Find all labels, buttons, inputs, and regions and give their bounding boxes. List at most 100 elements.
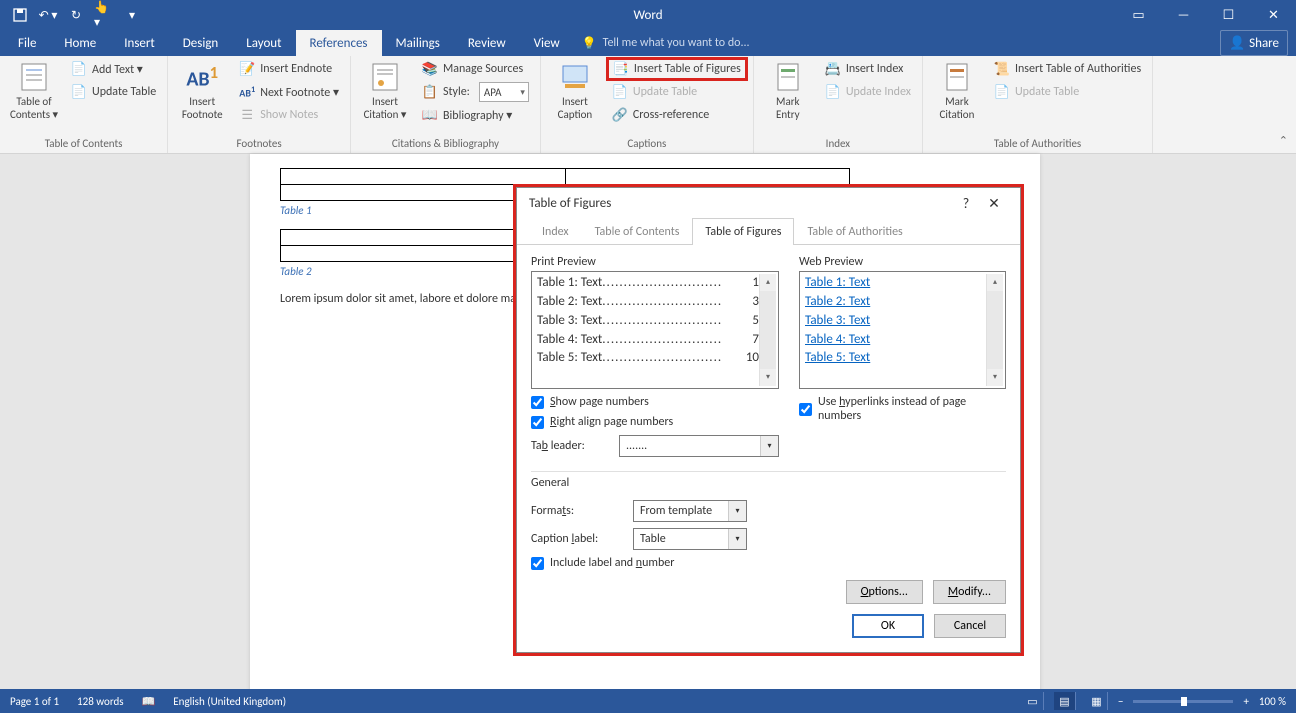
status-page[interactable]: Page 1 of 1 (10, 695, 59, 708)
options-button[interactable]: Options... (846, 580, 923, 604)
proofing-icon[interactable]: 📖 (142, 695, 156, 708)
web-layout-button[interactable]: ▦ (1086, 692, 1108, 710)
save-button[interactable] (10, 5, 30, 25)
maximize-button[interactable]: ☐ (1206, 0, 1251, 30)
group-table-of-contents: Table of Contents ▾ 📄Add Text ▾ 📄Update … (0, 56, 168, 153)
insert-footnote-button[interactable]: AB1 Insert Footnote (174, 58, 230, 121)
ribbon-tabs: File Home Insert Design Layout Reference… (0, 30, 1296, 56)
cancel-button[interactable]: Cancel (934, 614, 1006, 638)
print-preview-row: Table 4: Text...........................… (537, 331, 759, 350)
zoom-in-button[interactable]: + (1243, 695, 1248, 708)
include-label-checkbox[interactable] (531, 557, 544, 570)
status-bar: Page 1 of 1 128 words 📖 English (United … (0, 689, 1296, 713)
show-notes-icon: ☰ (239, 107, 255, 123)
ribbon-display-button[interactable]: ▭ (1116, 0, 1161, 30)
print-layout-button[interactable]: ▤ (1054, 692, 1076, 710)
update-toa-button[interactable]: 📄Update Table (989, 81, 1146, 103)
insert-index-button[interactable]: 📇Insert Index (820, 58, 916, 80)
ribbon: Table of Contents ▾ 📄Add Text ▾ 📄Update … (0, 56, 1296, 154)
cross-reference-button[interactable]: 🔗Cross-reference (607, 104, 747, 126)
touch-mode-button[interactable]: 👆▾ (94, 5, 114, 25)
zoom-level[interactable]: 100 % (1259, 695, 1286, 708)
collapse-ribbon-button[interactable]: ⌃ (1279, 134, 1288, 147)
web-preview-link[interactable]: Table 3: Text (805, 312, 986, 331)
show-notes-button[interactable]: ☰Show Notes (234, 104, 344, 126)
tab-design[interactable]: Design (169, 30, 232, 56)
style-combo[interactable]: APA (479, 82, 529, 102)
close-button[interactable]: ✕ (1251, 0, 1296, 30)
title-bar: ↶ ▾ ↻ 👆▾ ▾ Word ▭ — ☐ ✕ (0, 0, 1296, 30)
group-authorities: Mark Citation 📜Insert Table of Authoriti… (923, 56, 1153, 153)
table-of-contents-button[interactable]: Table of Contents ▾ (6, 58, 62, 121)
tab-review[interactable]: Review (454, 30, 520, 56)
tab-insert[interactable]: Insert (110, 30, 169, 56)
insert-toa-button[interactable]: 📜Insert Table of Authorities (989, 58, 1146, 80)
dialog-close-button[interactable]: ✕ (980, 189, 1008, 217)
manage-sources-icon: 📚 (422, 61, 438, 77)
tab-toc[interactable]: Table of Contents (582, 218, 693, 245)
tell-me-search[interactable]: 💡Tell me what you want to do... (582, 30, 750, 56)
add-text-button[interactable]: 📄Add Text ▾ (66, 58, 161, 80)
group-captions: Insert Caption 📑Insert Table of Figures … (541, 56, 754, 153)
right-align-label: Right align page numbers (550, 415, 673, 429)
use-hyperlinks-checkbox[interactable] (799, 403, 812, 416)
zoom-slider[interactable] (1133, 700, 1233, 703)
show-page-numbers-checkbox[interactable] (531, 396, 544, 409)
insert-endnote-button[interactable]: 📝Insert Endnote (234, 58, 344, 80)
web-preview-link[interactable]: Table 5: Text (805, 349, 986, 368)
update-toa-icon: 📄 (994, 84, 1010, 100)
status-words[interactable]: 128 words (77, 695, 124, 708)
minimize-button[interactable]: — (1161, 0, 1206, 30)
tab-toa[interactable]: Table of Authorities (794, 218, 915, 245)
right-align-checkbox[interactable] (531, 416, 544, 429)
web-preview-scrollbar[interactable]: ▴▾ (986, 274, 1003, 386)
tab-tof[interactable]: Table of Figures (692, 218, 794, 245)
read-mode-button[interactable]: ▭ (1022, 692, 1044, 710)
mark-entry-button[interactable]: Mark Entry (760, 58, 816, 121)
mark-citation-button[interactable]: Mark Citation (929, 58, 985, 121)
tab-view[interactable]: View (520, 30, 574, 56)
status-language[interactable]: English (United Kingdom) (173, 695, 286, 708)
zoom-out-button[interactable]: − (1118, 695, 1123, 708)
formats-select[interactable]: From template▾ (633, 500, 747, 522)
tab-index[interactable]: Index (529, 218, 582, 245)
customize-qat-button[interactable]: ▾ (122, 5, 142, 25)
tab-leader-select[interactable]: .......▾ (619, 435, 779, 457)
tab-file[interactable]: File (4, 30, 50, 56)
ok-button[interactable]: OK (852, 614, 924, 638)
manage-sources-button[interactable]: 📚Manage Sources (417, 58, 534, 80)
insert-caption-button[interactable]: Insert Caption (547, 58, 603, 121)
tab-mailings[interactable]: Mailings (382, 30, 454, 56)
share-icon: 👤 (1229, 36, 1245, 51)
group-footnotes: AB1 Insert Footnote 📝Insert Endnote AB1N… (168, 56, 351, 153)
undo-button[interactable]: ↶ ▾ (38, 5, 58, 25)
group-index: Mark Entry 📇Insert Index 📄Update Index I… (754, 56, 923, 153)
print-preview-box: Table 1: Text...........................… (531, 271, 779, 389)
insert-citation-button[interactable]: Insert Citation ▾ (357, 58, 413, 121)
update-table-button[interactable]: 📄Update Table (66, 81, 161, 103)
web-preview-link[interactable]: Table 1: Text (805, 274, 986, 293)
insert-toa-icon: 📜 (994, 61, 1010, 77)
show-page-numbers-label: Show page numbers (550, 395, 649, 409)
bibliography-button[interactable]: 📖Bibliography ▾ (417, 104, 534, 126)
dialog-help-button[interactable]: ? (952, 189, 980, 217)
tab-references[interactable]: References (296, 30, 382, 56)
caption-label-select[interactable]: Table▾ (633, 528, 747, 550)
next-footnote-button[interactable]: AB1Next Footnote ▾ (234, 81, 344, 103)
dialog-body: Print Preview Table 1: Text.............… (517, 245, 1020, 604)
update-tof-button[interactable]: 📄Update Table (607, 81, 747, 103)
share-button[interactable]: 👤Share (1220, 30, 1288, 56)
redo-button[interactable]: ↻ (66, 5, 86, 25)
modify-button[interactable]: Modify... (933, 580, 1006, 604)
chevron-down-icon: ▾ (728, 529, 746, 549)
update-index-button[interactable]: 📄Update Index (820, 81, 916, 103)
tab-layout[interactable]: Layout (232, 30, 295, 56)
toc-icon (18, 61, 50, 93)
tab-home[interactable]: Home (50, 30, 110, 56)
insert-table-of-figures-button[interactable]: 📑Insert Table of Figures (607, 58, 747, 80)
tab-leader-label: Tab leader: (531, 439, 611, 453)
web-preview-link[interactable]: Table 4: Text (805, 331, 986, 350)
citation-style-select[interactable]: 📋Style:APA (417, 81, 534, 103)
print-preview-scrollbar[interactable]: ▴▾ (759, 274, 776, 386)
web-preview-link[interactable]: Table 2: Text (805, 293, 986, 312)
